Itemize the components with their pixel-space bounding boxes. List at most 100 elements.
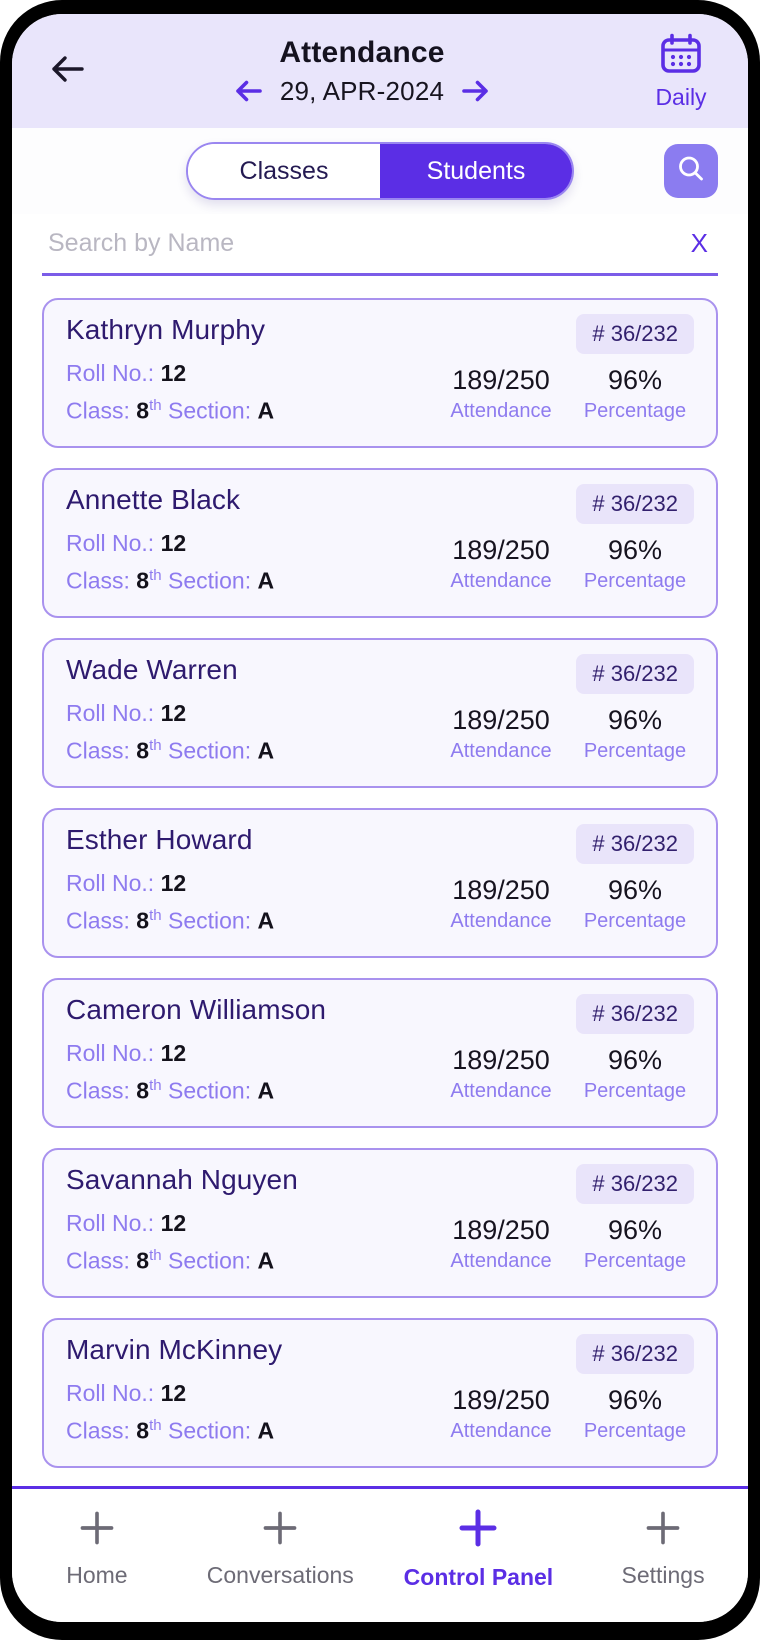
roll-no-line: Roll No.: 12 [66, 360, 274, 387]
nav-label: Conversations [206, 1562, 354, 1588]
prev-date-button[interactable] [234, 78, 264, 104]
student-card[interactable]: Annette Black # 36/232 Roll No.: 12 Class: … [42, 468, 718, 618]
percentage-stat: 96% Percentage [580, 1215, 690, 1273]
card-header: Esther Howard # 36/232 [66, 824, 694, 864]
percentage-stat: 96% Percentage [580, 705, 690, 763]
student-name: Esther Howard [66, 824, 253, 855]
percentage-value: 96% [607, 1044, 663, 1075]
attendance-value: 189/250 [452, 1044, 550, 1075]
class-section-line: Class: 8th Section: A [66, 737, 274, 765]
rank-badge: # 36/232 [576, 314, 694, 354]
card-body: Roll No.: 12 Class: 8th Section: A 189/250… [66, 1380, 694, 1445]
percentage-value: 96% [607, 534, 663, 565]
tab-classes[interactable]: Classes [188, 144, 380, 198]
student-name: Wade Warren [66, 654, 238, 685]
class-section-line: Class: 8th Section: A [66, 907, 274, 935]
rank-badge: # 36/232 [576, 1164, 694, 1204]
section-value: A [257, 907, 275, 934]
student-meta: Roll No.: 12 Class: 8th Section: A [66, 700, 274, 765]
student-card[interactable]: Savannah Nguyen # 36/232 Roll No.: 12 Class… [42, 1148, 718, 1298]
roll-no-line: Roll No.: 12 [66, 700, 274, 727]
roll-no-line: Roll No.: 12 [66, 1380, 274, 1407]
attendance-stat: 189/250 Attendance [446, 875, 556, 933]
class-section-line: Class: 8th Section: A [66, 1417, 274, 1445]
phone-frame: Attendance 29, APR-2024 Daily Classes St… [0, 0, 760, 1640]
arrow-left-icon [48, 52, 88, 91]
student-name: Annette Black [66, 484, 241, 515]
arrow-right-icon [462, 80, 488, 102]
search-input[interactable] [42, 225, 597, 262]
roll-no-label: Roll No.: [66, 530, 155, 556]
class-suffix: th [149, 907, 162, 924]
attendance-value: 189/250 [452, 704, 550, 735]
card-body: Roll No.: 12 Class: 8th Section: A 189/250… [66, 700, 694, 765]
plus-icon [456, 1506, 500, 1550]
student-meta: Roll No.: 12 Class: 8th Section: A [66, 1040, 274, 1105]
student-card[interactable]: Marvin McKinney # 36/232 Roll No.: 12 Class… [42, 1318, 718, 1468]
roll-no-line: Roll No.: 12 [66, 1040, 274, 1067]
attendance-value: 189/250 [452, 534, 550, 565]
attendance-stat: 189/250 Attendance [446, 1215, 556, 1273]
nav-item-control-panel[interactable]: Control Panel [403, 1506, 554, 1591]
student-meta: Roll No.: 12 Class: 8th Section: A [66, 530, 274, 595]
attendance-value: 189/250 [452, 874, 550, 905]
card-header: Savannah Nguyen # 36/232 [66, 1164, 694, 1204]
roll-no-label: Roll No.: [66, 1040, 155, 1066]
percentage-caption: Percentage [583, 909, 687, 932]
percentage-value: 96% [607, 874, 663, 905]
student-card[interactable]: Kathryn Murphy # 36/232 Roll No.: 12 Class:… [42, 298, 718, 448]
nav-item-settings[interactable]: Settings [603, 1508, 723, 1589]
roll-no-label: Roll No.: [66, 870, 155, 896]
percentage-caption: Percentage [583, 1079, 687, 1102]
class-value: 8 [136, 1077, 150, 1104]
view-toggle-row: Classes Students [12, 128, 748, 214]
percentage-value: 96% [607, 1384, 663, 1415]
section-label: Section: [168, 737, 252, 764]
student-card[interactable]: Wade Warren # 36/232 Roll No.: 12 Class: 8t… [42, 638, 718, 788]
rank-badge: # 36/232 [576, 994, 694, 1034]
nav-label: Home [66, 1562, 128, 1588]
section-label: Section: [168, 397, 252, 424]
attendance-value: 189/250 [452, 364, 550, 395]
attendance-caption: Attendance [450, 569, 552, 592]
card-header: Wade Warren # 36/232 [66, 654, 694, 694]
roll-no-value: 12 [160, 1040, 187, 1066]
nav-label: Control Panel [403, 1564, 554, 1590]
tab-students[interactable]: Students [380, 144, 572, 198]
student-card[interactable]: Esther Howard # 36/232 Roll No.: 12 Class: … [42, 808, 718, 958]
class-section-line: Class: 8th Section: A [66, 397, 274, 425]
attendance-caption: Attendance [450, 399, 552, 422]
student-card[interactable]: Cameron Williamson # 36/232 Roll No.: 12 Cl… [42, 978, 718, 1128]
daily-view-button[interactable]: Daily [638, 31, 724, 111]
section-value: A [257, 567, 275, 594]
roll-no-value: 12 [160, 1210, 187, 1236]
class-label: Class: [66, 907, 130, 934]
section-label: Section: [168, 1077, 252, 1104]
student-stats: 189/250 Attendance 96% Percentage [446, 535, 694, 595]
card-header: Kathryn Murphy # 36/232 [66, 314, 694, 354]
roll-no-label: Roll No.: [66, 1210, 155, 1236]
roll-no-value: 12 [160, 1380, 187, 1406]
class-suffix: th [149, 567, 162, 584]
percentage-stat: 96% Percentage [580, 535, 690, 593]
percentage-value: 96% [607, 364, 663, 395]
nav-item-conversations[interactable]: Conversations [207, 1508, 354, 1589]
search-button[interactable] [664, 144, 718, 198]
percentage-caption: Percentage [583, 569, 687, 592]
section-value: A [257, 397, 275, 424]
nav-item-home[interactable]: Home [37, 1508, 157, 1589]
current-date: 29, APR-2024 [279, 75, 445, 106]
arrow-left-icon [236, 80, 262, 102]
plus-icon [260, 1508, 300, 1548]
class-label: Class: [66, 1417, 130, 1444]
percentage-caption: Percentage [583, 739, 687, 762]
student-list[interactable]: Kathryn Murphy # 36/232 Roll No.: 12 Class:… [12, 276, 748, 1486]
section-value: A [257, 1077, 275, 1104]
header-center: Attendance 29, APR-2024 [86, 36, 638, 107]
student-name: Marvin McKinney [66, 1334, 283, 1365]
clear-search-button[interactable]: X [681, 228, 718, 259]
next-date-button[interactable] [460, 78, 490, 104]
class-label: Class: [66, 567, 130, 594]
attendance-caption: Attendance [450, 1079, 552, 1102]
roll-no-label: Roll No.: [66, 1380, 155, 1406]
